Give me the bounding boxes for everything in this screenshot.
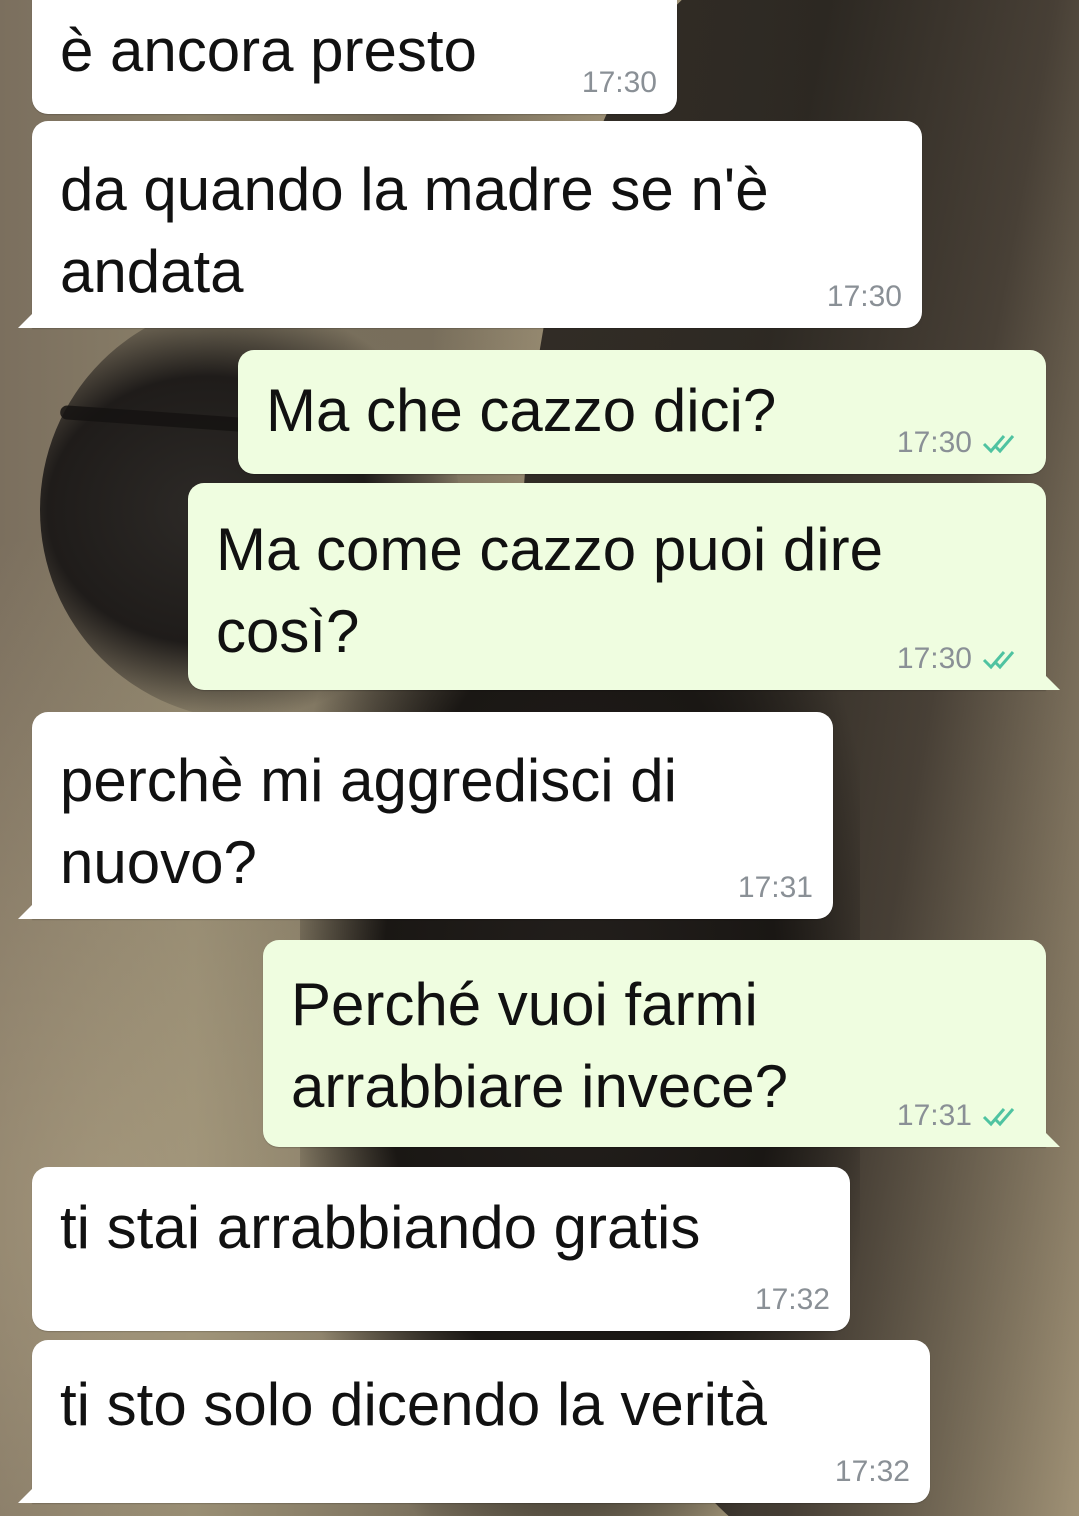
message-text: è ancora presto bbox=[60, 17, 477, 84]
message-bubble-incoming[interactable]: da quando la madre se n'è andata 17:30 bbox=[18, 121, 922, 328]
message-meta: 17:30 bbox=[582, 66, 657, 100]
message-time: 17:32 bbox=[834, 1455, 910, 1488]
message-time: 17:31 bbox=[896, 1099, 972, 1132]
double-check-icon bbox=[982, 651, 1015, 670]
message-text: perchè mi aggredisci di nuovo? bbox=[60, 747, 677, 896]
message-bubble-outgoing[interactable]: Ma che cazzo dici? 17:30 bbox=[238, 350, 1046, 474]
message-time: 17:32 bbox=[754, 1283, 830, 1316]
bubble-tail bbox=[1038, 1125, 1060, 1147]
message-bubble-outgoing[interactable]: Ma come cazzo puoi dire così? 17:30 bbox=[188, 483, 1060, 690]
message-text: ti sto solo dicendo la verità bbox=[60, 1371, 768, 1438]
message-meta: 17:30 bbox=[897, 642, 1026, 676]
message-time: 17:31 bbox=[737, 871, 813, 904]
message-meta: 17:31 bbox=[897, 1099, 1026, 1133]
message-time: 17:30 bbox=[581, 66, 657, 99]
bubble-tail bbox=[18, 306, 40, 328]
message-bubble-incoming[interactable]: perchè mi aggredisci di nuovo? 17:31 bbox=[18, 712, 833, 919]
message-bubble-incoming[interactable]: è ancora presto 17:30 bbox=[32, 0, 677, 114]
message-meta: 17:30 bbox=[897, 426, 1026, 460]
message-text: Ma come cazzo puoi dire così? bbox=[216, 516, 883, 665]
message-meta: 17:30 bbox=[827, 280, 902, 314]
message-bubble-outgoing[interactable]: Perché vuoi farmi arrabbiare invece? 17:… bbox=[263, 940, 1060, 1147]
bubble-tail bbox=[1038, 668, 1060, 690]
message-text: ti stai arrabbiando gratis bbox=[60, 1194, 701, 1261]
message-bubble-incoming[interactable]: ti stai arrabbiando gratis 17:32 bbox=[32, 1167, 850, 1331]
double-check-icon bbox=[982, 1108, 1015, 1127]
message-text: Ma che cazzo dici? bbox=[266, 377, 777, 444]
message-bubble-incoming[interactable]: ti sto solo dicendo la verità 17:32 bbox=[18, 1340, 930, 1503]
message-meta: 17:32 bbox=[835, 1455, 910, 1489]
message-meta: 17:32 bbox=[755, 1283, 830, 1317]
message-time: 17:30 bbox=[896, 426, 972, 459]
message-text: da quando la madre se n'è andata bbox=[60, 156, 769, 305]
message-text: Perché vuoi farmi arrabbiare invece? bbox=[291, 971, 788, 1120]
bubble-tail bbox=[18, 1481, 40, 1503]
double-check-icon bbox=[982, 435, 1015, 454]
message-time: 17:30 bbox=[826, 280, 902, 313]
message-time: 17:30 bbox=[896, 642, 972, 675]
bubble-tail bbox=[18, 897, 40, 919]
message-meta: 17:31 bbox=[738, 871, 813, 905]
